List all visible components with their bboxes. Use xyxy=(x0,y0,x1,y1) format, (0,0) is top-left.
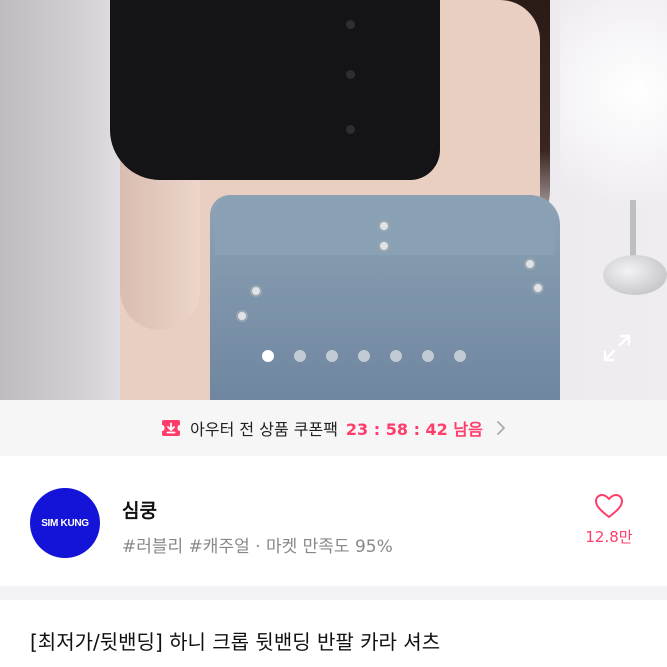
shirt-button xyxy=(346,20,355,29)
jeans-rivet xyxy=(524,258,536,270)
seller-tags: #러블리 #캐주얼 · 마켓 만족도 95% xyxy=(122,537,393,557)
carousel-dot[interactable] xyxy=(454,350,466,362)
photo-background xyxy=(0,0,120,400)
carousel-dot[interactable] xyxy=(294,350,306,362)
shirt-button xyxy=(346,125,355,134)
like-count: 12.8만 xyxy=(585,528,633,546)
photo-decor-feather xyxy=(560,0,667,230)
expand-icon[interactable] xyxy=(601,332,633,364)
chevron-right-icon xyxy=(496,421,505,435)
photo-decor-lamp-base xyxy=(603,255,667,295)
like-button[interactable]: 12.8만 xyxy=(574,492,644,547)
carousel-dot[interactable] xyxy=(358,350,370,362)
seller-logo-text: SIM KUNG xyxy=(41,517,89,529)
jeans-rivet xyxy=(532,282,544,294)
product-image[interactable] xyxy=(0,0,667,400)
coupon-label: 아우터 전 상품 쿠폰팩 xyxy=(190,420,338,439)
carousel-dot[interactable] xyxy=(326,350,338,362)
jeans-rivet xyxy=(250,285,262,297)
seller-logo[interactable]: SIM KUNG xyxy=(30,488,100,558)
product-title: [최저가/뒷밴딩] 하니 크롭 뒷밴딩 반팔 카라 셔츠 xyxy=(30,630,441,654)
carousel-dot[interactable] xyxy=(390,350,402,362)
section-divider xyxy=(0,586,667,600)
seller-info[interactable]: SIM KUNG 심쿵 #러블리 #캐주얼 · 마켓 만족도 95% 12.8만 xyxy=(0,456,667,586)
carousel-dot-active[interactable] xyxy=(262,350,274,362)
coupon-banner[interactable]: 아우터 전 상품 쿠폰팩 23 : 58 : 42 남음 xyxy=(0,400,667,456)
shirt-button xyxy=(346,70,355,79)
carousel-dot[interactable] xyxy=(422,350,434,362)
carousel-indicator xyxy=(262,350,466,362)
jeans-rivet xyxy=(378,220,390,232)
coupon-timer: 23 : 58 : 42 남음 xyxy=(345,420,483,439)
photo-model-shirt xyxy=(110,0,440,180)
jeans-rivet xyxy=(236,310,248,322)
seller-name[interactable]: 심쿵 xyxy=(122,496,157,523)
heart-icon xyxy=(595,494,623,518)
jeans-rivet xyxy=(378,240,390,252)
download-coupon-icon xyxy=(162,420,181,436)
